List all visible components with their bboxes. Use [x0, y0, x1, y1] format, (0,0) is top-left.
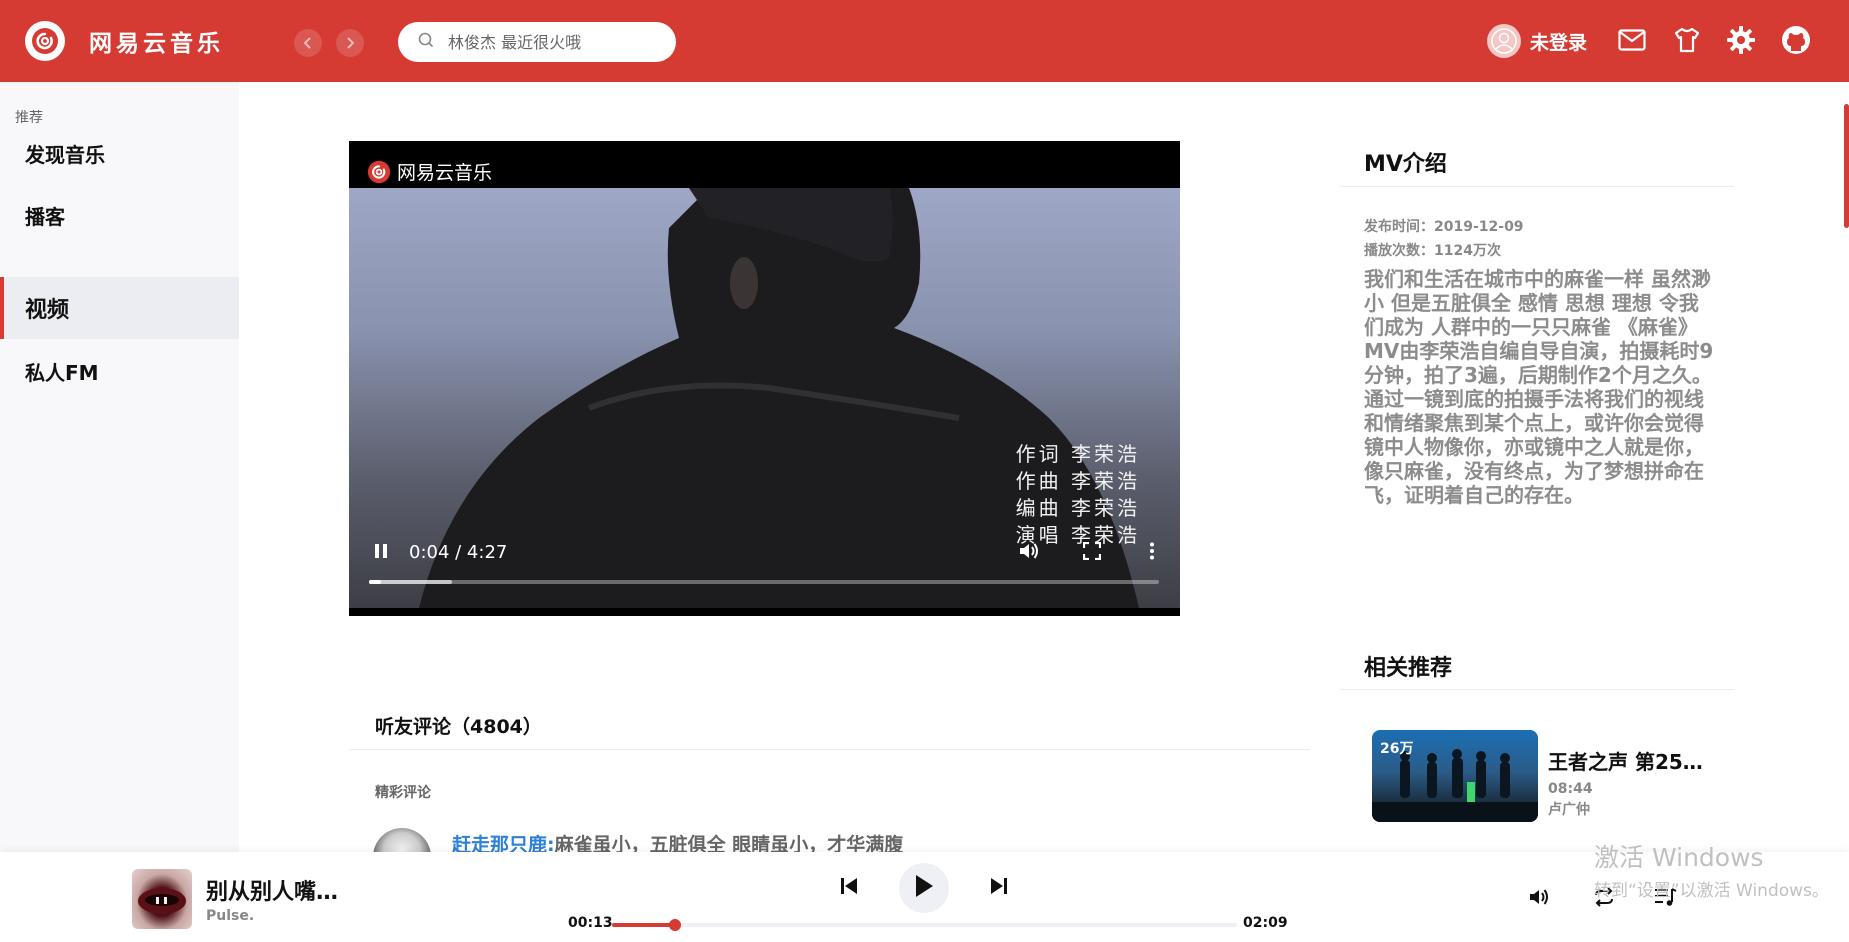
song-cover-art — [138, 888, 186, 914]
netease-logo-icon — [25, 21, 65, 61]
related-divider — [1340, 689, 1734, 690]
activation-line-1: 激活 Windows — [1594, 843, 1764, 872]
credit-arranger: 编曲 李荣浩 — [1015, 496, 1140, 520]
video-progress-fill — [369, 580, 381, 584]
user-label: 未登录 — [1530, 31, 1588, 54]
related-artist[interactable]: 卢广仲 — [1548, 799, 1703, 819]
volume-icon — [1528, 887, 1552, 911]
search-input[interactable] — [448, 32, 648, 52]
credit-lyrics: 作词 李荣浩 — [1015, 442, 1140, 466]
sidebar-item-video[interactable]: 视频 — [0, 277, 239, 339]
app-title: 网易云音乐 — [89, 31, 224, 57]
mv-play-count: 播放次数：1124万次 — [1364, 243, 1501, 259]
github-icon — [1781, 25, 1811, 59]
video-buffered — [369, 580, 452, 584]
related-title: 相关推荐 — [1364, 656, 1453, 681]
mv-description: 我们和生活在城市中的麻雀一样 虽然渺小 但是五脏俱全 感情 思想 理想 令我们成… — [1364, 267, 1714, 507]
search-icon — [418, 32, 434, 52]
player-progress-handle[interactable] — [668, 919, 681, 931]
page-scrollbar[interactable] — [1844, 104, 1849, 228]
mv-info-divider — [1340, 186, 1734, 187]
player-progress-fill — [612, 923, 675, 927]
sidebar-item-discover[interactable]: 发现音乐 — [0, 122, 239, 184]
github-button[interactable] — [1780, 26, 1812, 58]
pause-icon — [374, 543, 388, 563]
previous-button[interactable] — [838, 877, 860, 899]
song-artist[interactable]: Pulse. — [206, 908, 254, 924]
next-button[interactable] — [988, 877, 1010, 899]
more-vertical-icon — [1149, 542, 1155, 564]
activation-line-2: 转到“设置”以激活 Windows。 — [1594, 881, 1829, 901]
fullscreen-icon — [1082, 541, 1102, 564]
mv-publish-date: 发布时间：2019-12-09 — [1364, 219, 1524, 235]
video-fullscreen-button[interactable] — [1080, 541, 1104, 565]
user-icon — [1487, 24, 1521, 58]
player-bar: 别从别人嘴… Pulse. 00:13 02:09 — [0, 852, 1849, 942]
song-cover[interactable] — [132, 869, 192, 929]
play-button[interactable] — [899, 863, 949, 913]
credit-composer: 作曲 李荣浩 — [1015, 469, 1140, 493]
back-icon — [302, 34, 314, 53]
search-box[interactable] — [398, 22, 676, 62]
volume-icon — [1018, 541, 1040, 565]
forward-icon — [344, 34, 356, 53]
next-icon — [990, 877, 1008, 899]
sidebar-item-fm[interactable]: 私人FM — [0, 340, 239, 402]
mail-button[interactable] — [1616, 26, 1648, 58]
shirt-icon — [1673, 26, 1701, 58]
comments-divider — [349, 749, 1310, 750]
user-login[interactable]: 未登录 — [1487, 24, 1587, 58]
previous-icon — [840, 877, 858, 899]
forward-button[interactable] — [336, 29, 364, 57]
top-bar: 网易云音乐 未登录 — [0, 0, 1849, 82]
video-credits: 作词 李荣浩 作曲 李荣浩 编曲 李荣浩 演唱 李荣浩 — [1016, 441, 1140, 549]
netease-logo-icon — [367, 160, 391, 183]
sidebar-item-podcast[interactable]: 播客 — [0, 184, 239, 246]
video-volume-button[interactable] — [1017, 541, 1041, 565]
sidebar: 推荐 发现音乐 播客 视频 私人FM — [0, 82, 239, 852]
video-progress-bar[interactable] — [369, 580, 1159, 584]
windows-activation-watermark: 激活 Windows 转到“设置”以激活 Windows。 — [1594, 838, 1829, 901]
video-more-button[interactable] — [1140, 541, 1164, 565]
back-button[interactable] — [294, 29, 322, 57]
comments-title: 听友评论（4804） — [375, 716, 542, 738]
skin-button[interactable] — [1671, 26, 1703, 58]
mail-icon — [1618, 29, 1646, 55]
total-time: 02:09 — [1243, 915, 1288, 931]
video-pause-button[interactable] — [369, 541, 393, 565]
video-player[interactable]: 网易云音乐 作词 李荣浩 作曲 李荣浩 编曲 李荣浩 演唱 李荣浩 0:04 /… — [349, 141, 1180, 616]
song-title[interactable]: 别从别人嘴… — [206, 874, 338, 906]
app-logo[interactable]: 网易云音乐 — [25, 21, 224, 61]
player-progress-bar[interactable] — [612, 919, 1237, 931]
related-thumbnail[interactable]: 26万 — [1372, 730, 1538, 822]
related-name[interactable]: 王者之声 第25… — [1548, 746, 1703, 775]
play-icon — [914, 874, 934, 902]
related-duration: 08:44 — [1548, 781, 1593, 797]
related-play-count: 26万 — [1380, 741, 1414, 757]
settings-button[interactable] — [1725, 26, 1757, 58]
current-time: 00:13 — [568, 915, 613, 931]
related-item[interactable]: 26万 王者之声 第25… 08:44 卢广仲 — [1372, 730, 1703, 822]
related-info: 王者之声 第25… 08:44 卢广仲 — [1548, 730, 1703, 822]
volume-button[interactable] — [1527, 888, 1553, 910]
video-time: 0:04 / 4:27 — [409, 542, 508, 563]
video-controls: 0:04 / 4:27 — [349, 536, 1180, 616]
video-watermark: 网易云音乐 — [367, 158, 492, 185]
video-watermark-text: 网易云音乐 — [397, 162, 493, 184]
comments-subtitle: 精彩评论 — [375, 785, 431, 801]
gear-icon — [1726, 25, 1756, 59]
mv-info-title: MV介绍 — [1364, 152, 1447, 177]
